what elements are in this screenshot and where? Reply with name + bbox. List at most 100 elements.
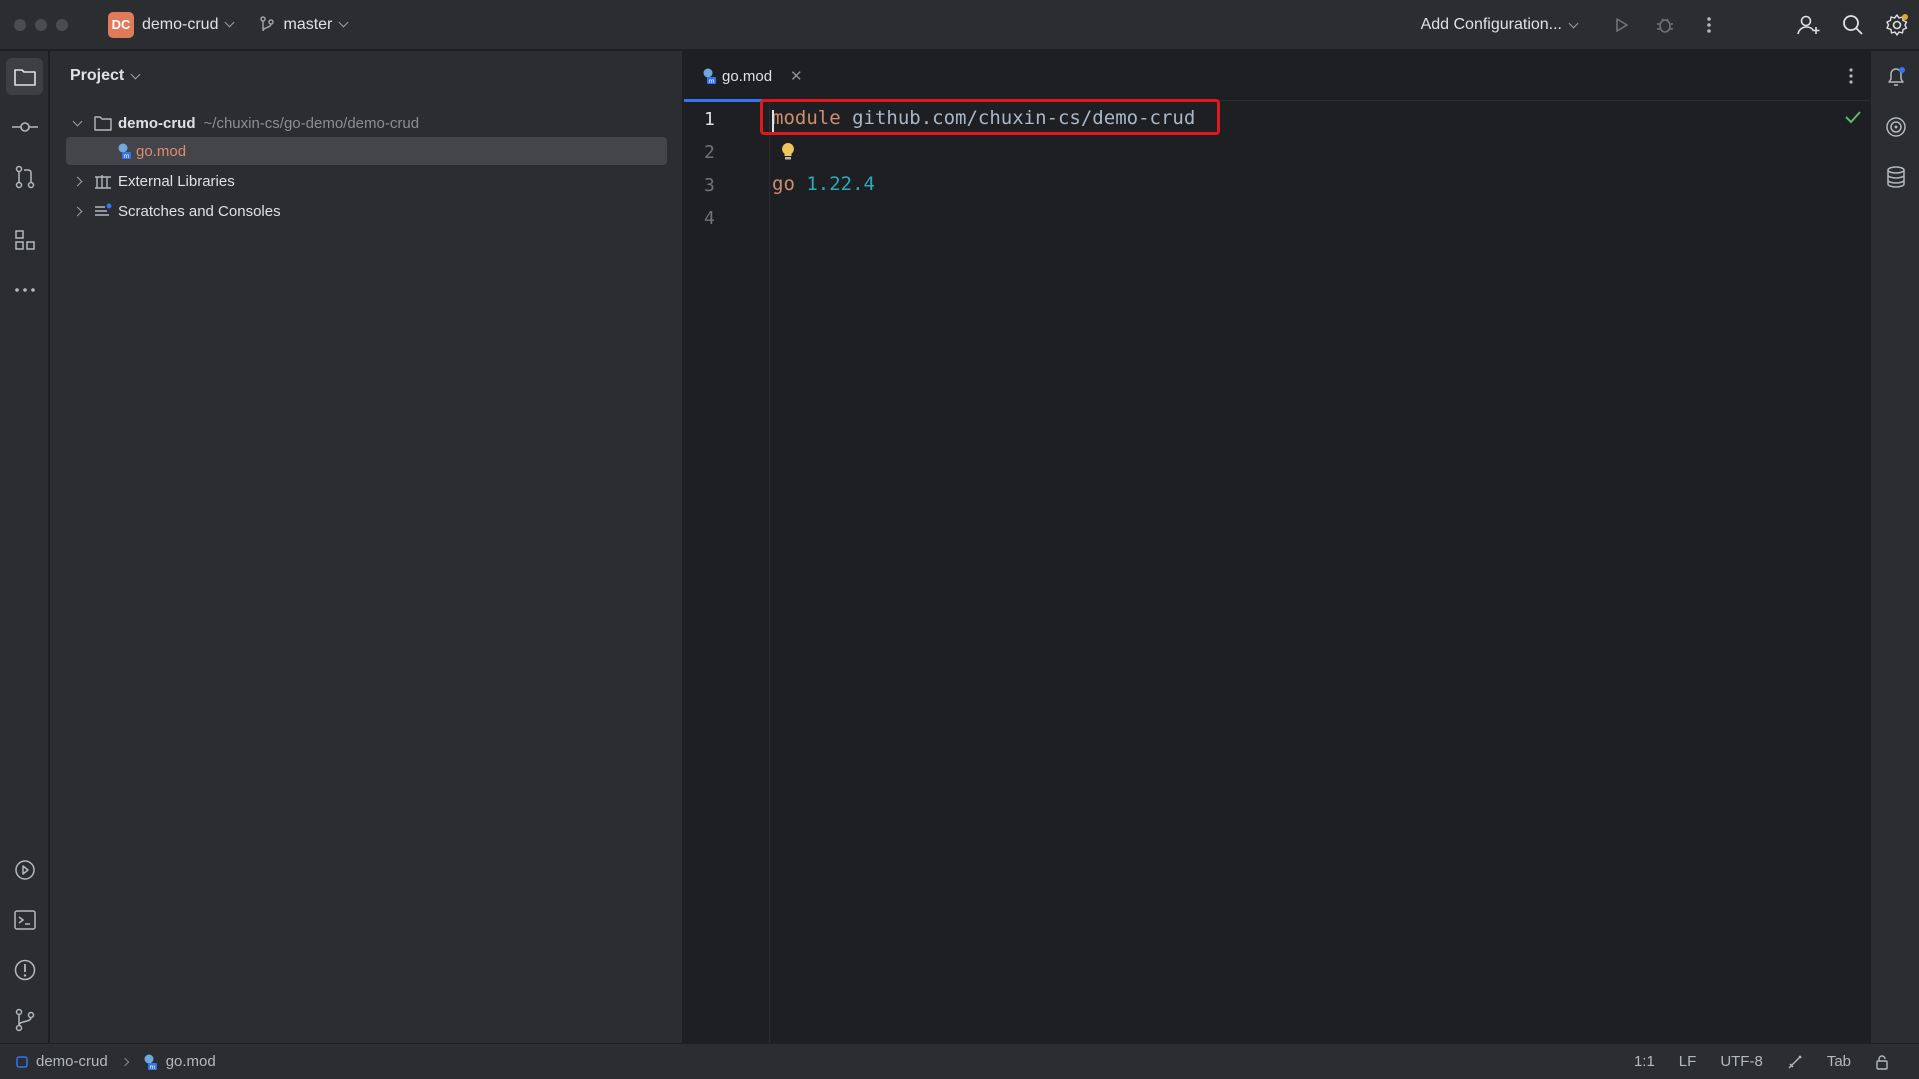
- svg-text:m: m: [709, 78, 715, 85]
- database-icon: [1886, 165, 1905, 188]
- go-keyword: go: [772, 173, 795, 195]
- readonly-toggle-icon[interactable]: [1787, 1054, 1803, 1070]
- library-icon: [95, 175, 111, 189]
- lock-icon[interactable]: [1875, 1054, 1889, 1070]
- caret-position[interactable]: 1:1: [1634, 1053, 1655, 1070]
- branch-switcher[interactable]: master: [259, 15, 349, 34]
- pull-request-icon: [15, 165, 34, 188]
- pull-requests-tool-button[interactable]: [6, 158, 43, 195]
- right-tool-strip: [1870, 51, 1919, 1043]
- svg-text:m: m: [149, 1064, 155, 1071]
- terminal-tool-button[interactable]: [6, 901, 43, 938]
- expand-arrow-icon[interactable]: [72, 206, 82, 216]
- tab-label: go.mod: [722, 67, 773, 85]
- debug-button[interactable]: [1643, 0, 1687, 50]
- tree-item-label: demo-crud: [118, 114, 196, 132]
- commit-tool-button[interactable]: [6, 108, 43, 145]
- go-mod-file-icon: m: [144, 1054, 157, 1071]
- chevron-down-icon: [225, 17, 235, 28]
- no-problems-check-icon[interactable]: [1844, 110, 1862, 124]
- services-tool-button[interactable]: [6, 851, 43, 888]
- ai-assistant-button[interactable]: [1877, 108, 1914, 145]
- line-number: 2: [704, 142, 715, 163]
- chevron-down-icon: [130, 69, 141, 79]
- bug-icon: [1657, 18, 1673, 33]
- tree-item-scratches[interactable]: Scratches and Consoles: [66, 197, 667, 225]
- tab-options-button[interactable]: [1848, 67, 1854, 90]
- add-configuration-label: Add Configuration...: [1420, 16, 1562, 33]
- status-bar: demo-crud m go.mod 1:1 LF UTF-8 Tab: [0, 1043, 1919, 1079]
- project-panel-title: Project: [70, 67, 125, 84]
- gear-icon: [1886, 14, 1908, 36]
- run-button[interactable]: [1599, 0, 1643, 50]
- folder-icon: [13, 68, 36, 86]
- code-line-1[interactable]: module github.com/chuxin-cs/demo-crud: [772, 107, 1195, 129]
- notifications-button[interactable]: [1877, 58, 1914, 95]
- code-editor[interactable]: 1 2 3 4 module github.com/chuxin-cs/demo…: [684, 99, 1870, 1043]
- add-user-icon: [1797, 15, 1820, 35]
- more-vertical-icon: [1849, 68, 1853, 84]
- database-tool-button[interactable]: [1877, 158, 1914, 195]
- go-mod-file-icon: m: [703, 68, 716, 85]
- play-icon: [1616, 18, 1628, 32]
- more-horizontal-icon: [14, 287, 35, 292]
- terminal-icon: [13, 909, 36, 930]
- search-everywhere-button[interactable]: [1831, 0, 1875, 50]
- project-tool-button[interactable]: [6, 58, 43, 95]
- settings-button[interactable]: [1875, 0, 1919, 50]
- tree-item-demo-crud[interactable]: demo-crud ~/chuxin-cs/go-demo/demo-crud: [66, 109, 667, 137]
- breadcrumb-project[interactable]: demo-crud: [36, 1053, 108, 1070]
- more-tools-button[interactable]: [6, 271, 43, 308]
- go-version: 1.22.4: [806, 173, 875, 195]
- git-tool-button[interactable]: [6, 1001, 43, 1038]
- services-icon: [14, 859, 35, 880]
- close-icon[interactable]: ✕: [790, 67, 803, 85]
- tree-item-external-libraries[interactable]: External Libraries: [66, 167, 667, 195]
- project-badge[interactable]: DC: [108, 11, 134, 38]
- tree-item-path: ~/chuxin-cs/go-demo/demo-crud: [203, 114, 420, 132]
- folder-icon: [94, 116, 112, 131]
- file-encoding[interactable]: UTF-8: [1720, 1053, 1763, 1070]
- chevron-down-icon: [1568, 18, 1579, 28]
- project-panel-header[interactable]: Project: [70, 67, 141, 85]
- branch-icon: [260, 15, 275, 31]
- ai-assistant-icon: [1885, 116, 1906, 137]
- module-path: github.com/chuxin-cs/demo-crud: [852, 107, 1196, 129]
- code-with-me-button[interactable]: [1787, 0, 1831, 50]
- project-switcher[interactable]: demo-crud: [142, 16, 218, 34]
- line-number: 1: [704, 109, 715, 130]
- tree-item-go-mod[interactable]: m go.mod: [66, 137, 667, 165]
- module-icon: [16, 1055, 28, 1068]
- tab-go-mod[interactable]: m go.mod ✕: [684, 51, 816, 102]
- indent-setting[interactable]: Tab: [1827, 1053, 1851, 1070]
- more-vertical-icon: [1707, 17, 1711, 33]
- line-separator[interactable]: LF: [1679, 1053, 1697, 1070]
- window-controls[interactable]: [14, 18, 68, 31]
- more-actions-button[interactable]: [1687, 0, 1731, 50]
- go-mod-file-icon: m: [118, 143, 131, 160]
- breadcrumb-file[interactable]: go.mod: [166, 1053, 216, 1070]
- text-caret: [772, 110, 774, 132]
- line-number: 4: [704, 208, 715, 229]
- tree-item-label: External Libraries: [118, 172, 235, 190]
- scratches-icon: [95, 203, 112, 216]
- tree-item-label: Scratches and Consoles: [118, 202, 281, 220]
- breadcrumb: demo-crud m go.mod: [16, 1053, 216, 1071]
- code-line-3[interactable]: go 1.22.4: [772, 173, 875, 195]
- close-window-button[interactable]: [14, 18, 26, 31]
- bell-icon: [1887, 66, 1905, 86]
- minimize-window-button[interactable]: [35, 18, 47, 31]
- maximize-window-button[interactable]: [56, 18, 68, 31]
- add-configuration-button[interactable]: Add Configuration...: [1420, 16, 1579, 34]
- commit-icon: [11, 121, 38, 132]
- problems-tool-button[interactable]: [6, 951, 43, 988]
- lightbulb-icon[interactable]: [780, 141, 796, 163]
- expand-arrow-icon[interactable]: [72, 176, 82, 186]
- git-branch-icon: [15, 1008, 34, 1031]
- structure-tool-button[interactable]: [6, 221, 43, 258]
- branch-name: master: [283, 15, 333, 33]
- search-icon: [1843, 15, 1863, 35]
- problems-icon: [14, 959, 35, 980]
- expand-arrow-icon[interactable]: [72, 116, 82, 126]
- tree-item-label: go.mod: [136, 142, 187, 160]
